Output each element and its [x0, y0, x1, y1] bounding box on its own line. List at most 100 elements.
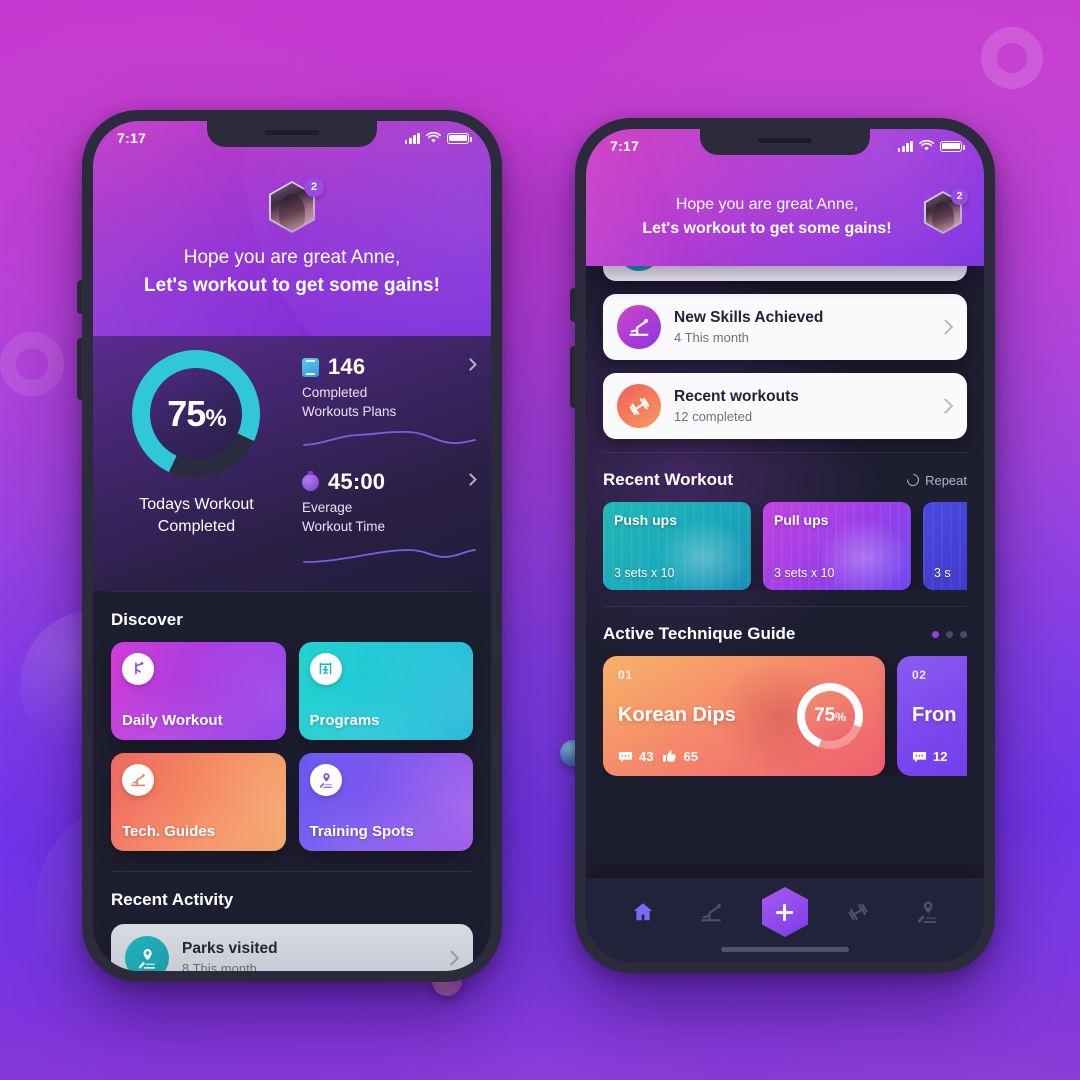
battery-icon — [940, 140, 965, 152]
workout-name: Push ups — [614, 512, 678, 528]
status-icons — [404, 132, 472, 144]
plus-icon — [776, 903, 794, 921]
status-time: 7:17 — [610, 138, 640, 154]
sparkline-plans — [303, 431, 476, 447]
progress-donut-column: 75% Todays Workout Completed — [93, 350, 300, 571]
list-item[interactable]: Recent workouts 12 completed — [603, 373, 967, 439]
home-icon — [633, 903, 652, 921]
technique-number: 01 — [618, 668, 633, 682]
discover-tile-tech-guides[interactable]: Tech. Guides — [111, 752, 286, 851]
avatar[interactable]: 2 — [924, 188, 968, 234]
technique-guide-header: Active Technique Guide — [603, 607, 967, 656]
avatar-badge: 2 — [951, 188, 968, 205]
stat-row-time[interactable]: 45:00 Everage Workout Time — [301, 469, 477, 570]
greeting-line-2: Let's workout to get some gains! — [144, 274, 440, 296]
tab-skills[interactable] — [693, 893, 731, 931]
jump-rope-icon — [122, 652, 154, 685]
greeting-line-1: Hope you are great Anne, — [675, 196, 859, 213]
avatar-badge: 2 — [304, 177, 324, 197]
tab-add-button[interactable] — [761, 887, 808, 937]
technique-number: 02 — [912, 668, 927, 682]
technique-progress-value: 75% — [814, 705, 846, 726]
phone-mockup-right: 8 This month New Skills Achieved 4 This … — [570, 118, 995, 973]
list-item-subtitle: 12 completed — [674, 409, 753, 424]
notch — [700, 129, 870, 155]
wifi-icon — [919, 140, 934, 151]
discover-tile-programs[interactable]: Programs — [298, 641, 473, 740]
progress-caption: Todays Workout Completed — [139, 494, 253, 537]
tab-bar — [586, 878, 984, 962]
clipboard-icon — [301, 357, 319, 377]
technique-meta: 43 65 — [618, 749, 870, 764]
status-bar-left: 7:17 — [93, 121, 491, 151]
workout-sets: 3 sets x 10 — [774, 566, 835, 580]
chevron-right-icon[interactable] — [937, 398, 954, 414]
workout-card[interactable]: Dips 3 s — [923, 502, 967, 590]
section-title-recent-activity: Recent Activity — [111, 889, 234, 909]
list-item-text: New Skills Achieved 4 This month — [674, 309, 823, 345]
like-count-value: 65 — [683, 749, 698, 764]
status-icons — [897, 140, 965, 152]
stat-label: Completed Workouts Plans — [302, 383, 477, 421]
technique-card[interactable]: 01 Korean Dips 43 65 75% — [603, 656, 885, 776]
background-ring-topright — [981, 27, 1043, 89]
stat-label-line-2: Workouts Plans — [301, 404, 397, 420]
repeat-button[interactable]: Repeat — [904, 471, 967, 489]
recent-workout-header: Recent Workout Repeat — [603, 453, 967, 502]
carousel-dot[interactable] — [932, 630, 939, 638]
carousel-dots[interactable] — [932, 630, 967, 638]
technique-card[interactable]: 02 Fron 12 — [897, 656, 967, 776]
workout-card[interactable]: Push ups 3 sets x 10 — [603, 502, 751, 590]
carousel-dot[interactable] — [960, 630, 967, 638]
stat-row-plans[interactable]: 146 Completed Workouts Plans — [301, 354, 477, 455]
workout-sets: 3 s — [934, 566, 951, 580]
workout-sets: 3 sets x 10 — [614, 566, 675, 580]
signal-bars-icon — [897, 140, 913, 152]
technique-guide-strip[interactable]: 01 Korean Dips 43 65 75% 02 Fron 12 — [603, 656, 967, 776]
progress-donut: 75% — [132, 350, 261, 478]
sparkline-time — [303, 548, 476, 563]
stats-panel: 75% Todays Workout Completed 146 Complet… — [93, 336, 491, 591]
tab-home[interactable] — [624, 893, 662, 931]
stat-label-line-2: Workout Time — [301, 519, 385, 535]
signal-bars-icon — [404, 132, 420, 144]
stat-value: 45:00 — [327, 469, 386, 495]
list-item[interactable]: New Skills Achieved 4 This month — [603, 294, 967, 360]
stat-value: 146 — [327, 354, 366, 379]
chevron-right-icon[interactable] — [937, 319, 954, 335]
workout-card[interactable]: Pull ups 3 sets x 10 — [763, 502, 911, 590]
map-pin-icon — [125, 935, 169, 971]
discover-tile-training-spots[interactable]: Training Spots — [298, 752, 473, 851]
progress-value: 75% — [167, 393, 226, 434]
list-item-title: Recent workouts — [674, 388, 799, 405]
refresh-icon — [904, 471, 922, 489]
technique-name: Fron — [912, 704, 957, 726]
discover-tile-label: Training Spots — [309, 822, 414, 840]
stat-head: 146 — [301, 354, 477, 380]
header-left: 2 Hope you are great Anne, Let's workout… — [93, 121, 491, 336]
discover-tile-label: Daily Workout — [122, 711, 223, 729]
comment-icon — [912, 751, 927, 762]
screen-right: 8 This month New Skills Achieved 4 This … — [586, 129, 984, 962]
carousel-dot[interactable] — [946, 630, 953, 638]
stopwatch-icon — [301, 470, 319, 491]
dumbbell-icon — [617, 384, 661, 428]
chevron-right-icon[interactable] — [443, 949, 460, 966]
comment-count: 12 — [912, 749, 947, 764]
gymnast-icon — [701, 903, 722, 921]
comment-count-value: 12 — [933, 749, 948, 764]
avatar[interactable]: 2 — [269, 177, 324, 233]
discover-tile-daily-workout[interactable]: Daily Workout — [111, 641, 286, 740]
map-pin-icon — [309, 763, 342, 796]
tab-spots[interactable] — [908, 893, 946, 931]
section-title-technique-guide: Active Technique Guide — [603, 624, 796, 643]
list-item[interactable]: Parks visited 8 This month — [111, 923, 473, 971]
recent-workout-strip[interactable]: Push ups 3 sets x 10 Pull ups 3 sets x 1… — [603, 502, 967, 590]
background-ring-left — [0, 332, 64, 396]
tab-workouts[interactable] — [839, 893, 877, 931]
greeting-left: Hope you are great Anne, Let's workout t… — [93, 244, 491, 299]
discover-grid: Daily Workout Programs Tech. Guides Trai… — [111, 641, 473, 851]
discover-tile-label: Programs — [309, 711, 380, 729]
list-item-text: Recent workouts 12 completed — [674, 388, 799, 424]
comment-count-value: 43 — [639, 749, 654, 764]
